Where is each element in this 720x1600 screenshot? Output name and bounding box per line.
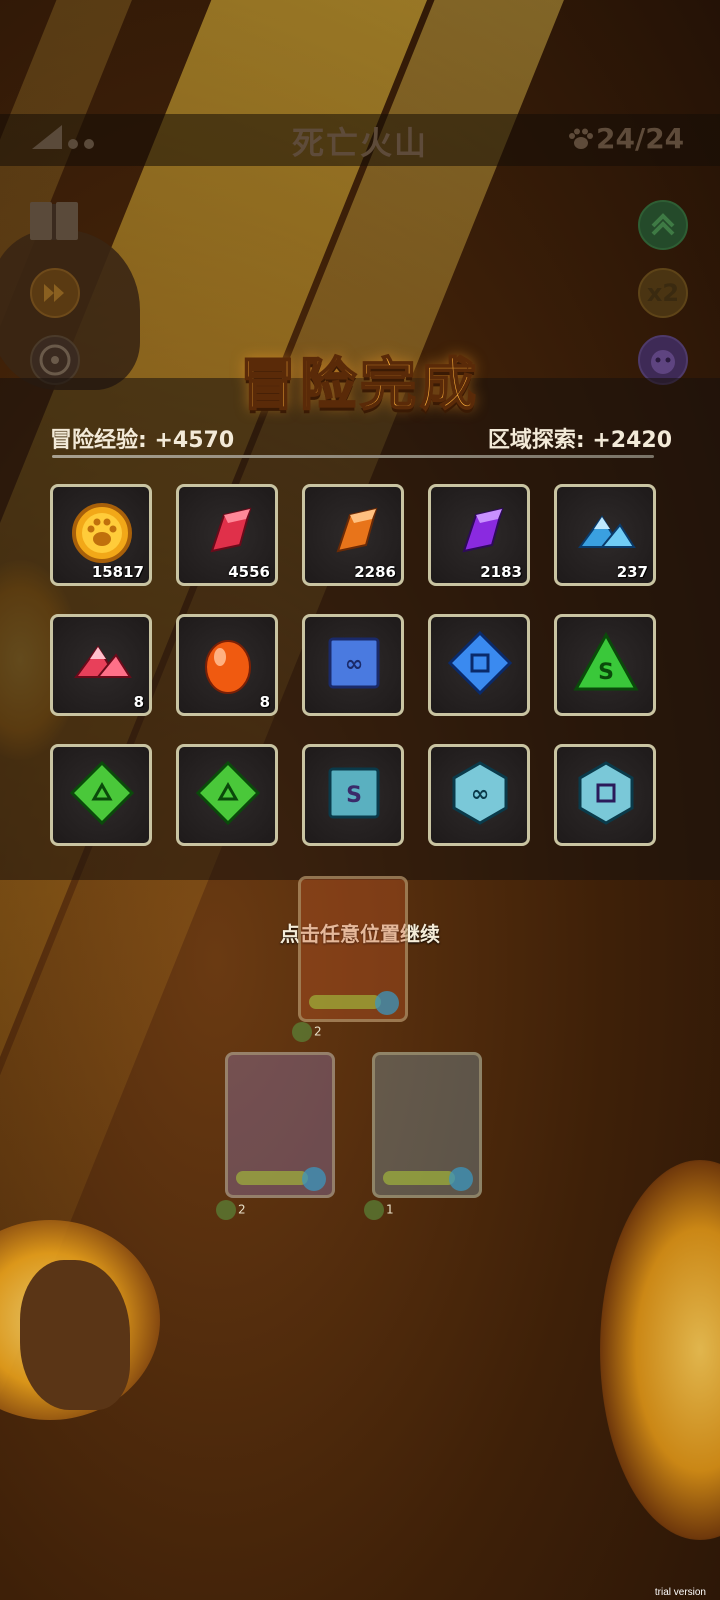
svg-text:∞: ∞ xyxy=(471,782,489,807)
level-badge: 2 xyxy=(292,1022,322,1042)
red-crystal-icon xyxy=(210,507,252,553)
svg-text:S: S xyxy=(598,660,614,685)
reward-slot[interactable]: 8 xyxy=(50,614,152,716)
hp-bar xyxy=(309,995,381,1009)
purple-crystal-icon xyxy=(462,507,504,553)
watermark: trial version xyxy=(654,1587,706,1598)
svg-text:S: S xyxy=(346,783,362,808)
snowflake-icon xyxy=(375,991,399,1015)
reward-count: 237 xyxy=(616,563,648,581)
adventure-exp: 冒险经验: +4570 xyxy=(50,428,235,453)
reward-slot[interactable]: S xyxy=(554,614,656,716)
gold-paw-coin-icon xyxy=(72,503,132,563)
reward-slot[interactable] xyxy=(554,744,656,846)
blue-gem-pile-icon xyxy=(578,515,636,548)
paw-icon xyxy=(569,128,593,149)
reward-count: 8 xyxy=(259,693,270,711)
teal-hexagon-rune-square-icon xyxy=(578,761,634,825)
svg-text:∞: ∞ xyxy=(345,652,363,677)
viking-warrior-card xyxy=(298,876,408,1022)
reward-slot[interactable] xyxy=(176,744,278,846)
paw-count-value: 24/24 xyxy=(596,122,685,155)
level-badge: 2 xyxy=(216,1200,246,1220)
green-triangle-rune-s-icon: S xyxy=(573,631,639,691)
reward-slot[interactable]: 237 xyxy=(554,484,656,586)
reward-slot[interactable]: ∞ xyxy=(302,614,404,716)
orange-egg-icon xyxy=(205,640,251,694)
reward-slot[interactable]: 2286 xyxy=(302,484,404,586)
green-diamond-rune-triangle-icon xyxy=(69,760,135,826)
book-icon[interactable] xyxy=(28,200,80,244)
reward-slot[interactable]: S xyxy=(302,744,404,846)
reward-count: 2183 xyxy=(480,563,522,581)
snowflake-icon xyxy=(302,1167,326,1191)
reward-slot[interactable]: 15817 xyxy=(50,484,152,586)
reward-count: 15817 xyxy=(91,563,144,581)
reward-slot[interactable]: ∞ xyxy=(428,744,530,846)
reward-slot[interactable] xyxy=(428,614,530,716)
divider xyxy=(52,455,654,458)
reward-count: 4556 xyxy=(228,563,270,581)
jellyfish-card xyxy=(225,1052,335,1198)
blue-diamond-rune-square-icon xyxy=(447,630,513,696)
paw-counter: 24/24 xyxy=(568,122,684,155)
level-badge: 1 xyxy=(364,1200,394,1220)
level-up-arrow-icon xyxy=(292,1022,312,1042)
reward-count: 8 xyxy=(133,693,144,711)
reward-slot[interactable] xyxy=(50,744,152,846)
lava-pool xyxy=(600,1160,720,1540)
result-title: 冒险完成 xyxy=(239,352,480,419)
reward-slot[interactable]: 4556 xyxy=(176,484,278,586)
area-exploration: 区域探索: +2420 xyxy=(487,428,672,453)
teal-hexagon-rune-infinity-icon: ∞ xyxy=(452,761,508,825)
snowflake-icon xyxy=(449,1167,473,1191)
reward-slot[interactable]: 8 xyxy=(176,614,278,716)
green-diamond-rune-triangle-icon xyxy=(195,760,261,826)
level-up-arrow-icon xyxy=(364,1200,384,1220)
red-gem-pile-icon xyxy=(74,645,132,678)
teal-square-rune-s-icon: S xyxy=(328,767,380,819)
crane-card xyxy=(372,1052,482,1198)
level-up-icon[interactable] xyxy=(638,200,688,250)
hp-bar xyxy=(383,1171,455,1185)
level-up-arrow-icon xyxy=(216,1200,236,1220)
hp-bar xyxy=(236,1171,308,1185)
speed-x2-button[interactable]: x2 xyxy=(638,268,688,318)
reward-slot[interactable]: 2183 xyxy=(428,484,530,586)
fast-forward-icon[interactable] xyxy=(30,268,80,318)
blue-square-rune-infinity-icon: ∞ xyxy=(328,637,380,689)
volcano-vent xyxy=(20,1260,130,1410)
orange-crystal-icon xyxy=(336,507,378,553)
reward-count: 2286 xyxy=(354,563,396,581)
